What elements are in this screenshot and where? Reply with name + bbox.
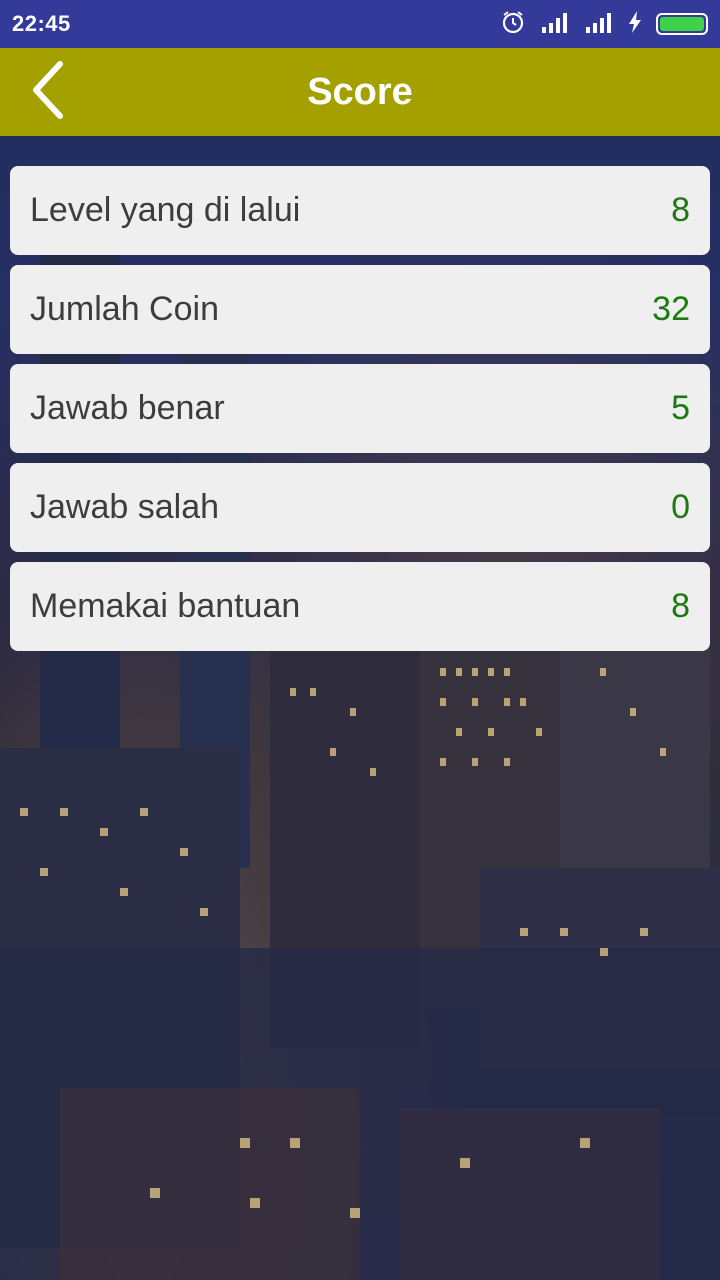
score-row-wrong-answers: Jawab salah 0 bbox=[10, 463, 710, 552]
score-row-coins: Jumlah Coin 32 bbox=[10, 265, 710, 354]
score-list: Level yang di lalui 8 Jumlah Coin 32 Jaw… bbox=[10, 166, 710, 661]
score-row-hints-used: Memakai bantuan 8 bbox=[10, 562, 710, 651]
score-value: 32 bbox=[652, 290, 690, 328]
toolbar: Score bbox=[0, 48, 720, 136]
score-value: 5 bbox=[671, 389, 690, 427]
score-label: Level yang di lalui bbox=[30, 191, 301, 229]
charging-icon bbox=[628, 10, 642, 38]
status-bar: 22:45 bbox=[0, 0, 720, 48]
status-time: 22:45 bbox=[12, 11, 71, 36]
score-label: Jawab salah bbox=[30, 488, 220, 526]
score-label: Jawab benar bbox=[30, 389, 225, 427]
alarm-icon bbox=[500, 9, 526, 40]
page-title: Score bbox=[307, 70, 413, 113]
score-value: 8 bbox=[671, 191, 690, 229]
battery-icon bbox=[656, 13, 708, 35]
score-value: 8 bbox=[671, 587, 690, 625]
score-value: 0 bbox=[671, 488, 690, 526]
score-row-levels-passed: Level yang di lalui 8 bbox=[10, 166, 710, 255]
battery-level bbox=[660, 17, 704, 31]
signal-icon bbox=[584, 11, 614, 38]
score-label: Jumlah Coin bbox=[30, 290, 219, 328]
signal-icon bbox=[540, 11, 570, 38]
score-row-correct-answers: Jawab benar 5 bbox=[10, 364, 710, 453]
status-icons bbox=[500, 9, 708, 40]
back-button[interactable] bbox=[18, 58, 78, 126]
score-label: Memakai bantuan bbox=[30, 587, 301, 625]
chevron-left-icon bbox=[28, 60, 68, 125]
